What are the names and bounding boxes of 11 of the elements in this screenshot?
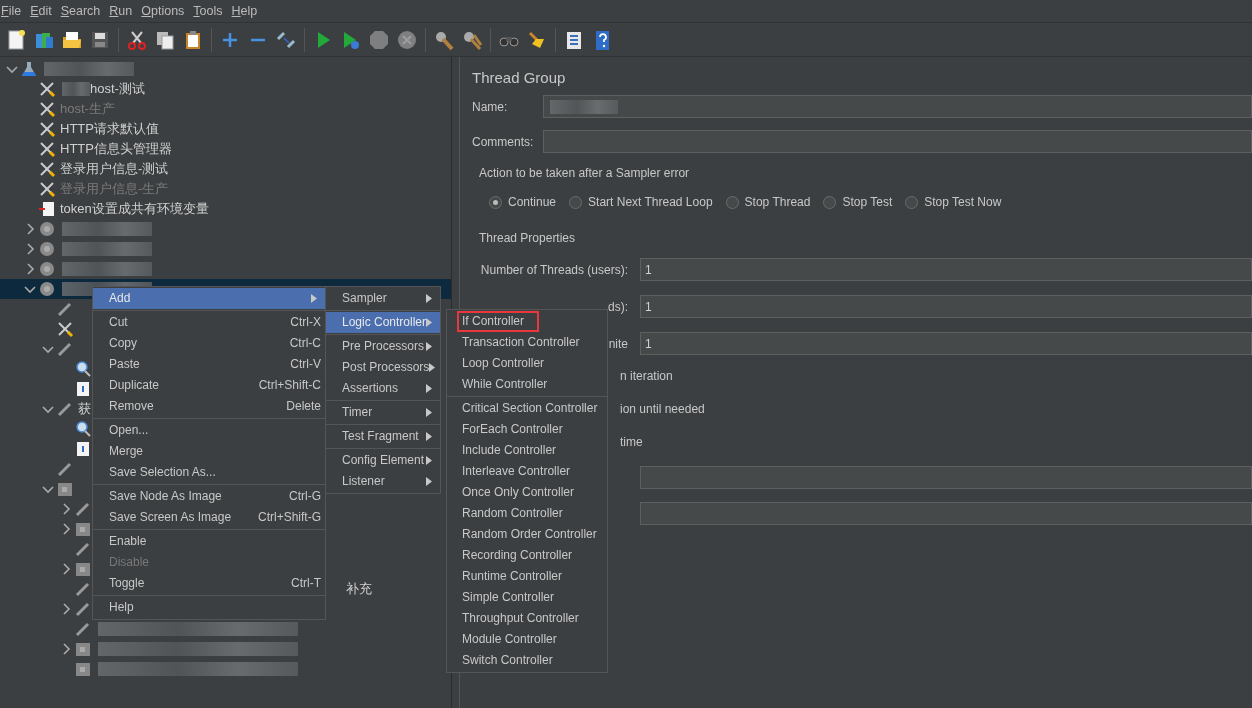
group-title: Action to be taken after a Sampler error: [479, 166, 691, 180]
field-label: nite: [608, 336, 628, 351]
option-label: time: [620, 435, 643, 449]
group-title: Thread Properties: [479, 231, 577, 245]
field-label: ds):: [608, 299, 628, 314]
option-label: ion until needed: [620, 402, 705, 416]
field-label: Name:: [472, 99, 509, 114]
panel-title: Thread Group: [472, 69, 567, 86]
field-label: Comments:: [472, 134, 535, 149]
field-label: Number of Threads (users):: [480, 262, 628, 277]
option-label: n iteration: [620, 369, 673, 383]
